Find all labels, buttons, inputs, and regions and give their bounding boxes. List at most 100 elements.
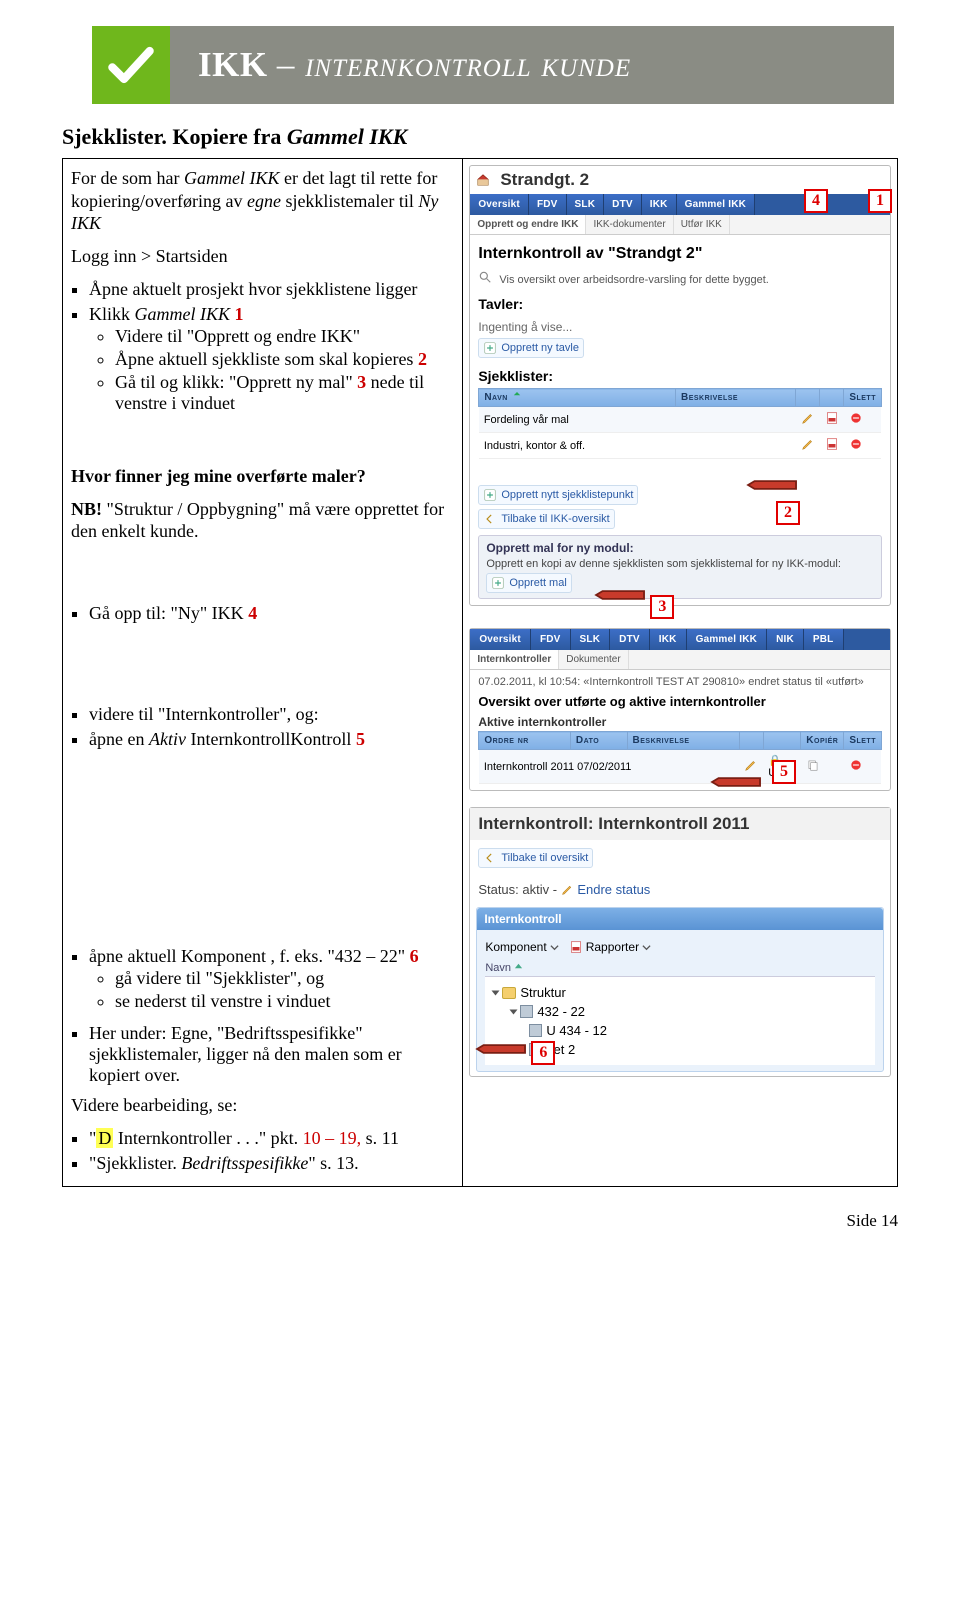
row-industri[interactable]: Industri, kontor & off. (479, 433, 676, 459)
th-slett: Slett (844, 732, 882, 750)
sub-tabs: Opprett og endre IKK IKK-dokumenter Utfø… (470, 215, 890, 235)
row-ik2011[interactable]: Internkontroll 2011 07/02/2011 (479, 750, 739, 784)
tab-dtv[interactable]: DTV (604, 194, 642, 215)
tab-gammel-ikk[interactable]: Gammel IKK (677, 194, 755, 215)
sidebar-heading: Internkontroll (477, 908, 883, 930)
substep-nederst: se nederst til venstre i vinduet (115, 990, 450, 1013)
opprett-mal-box: Opprett mal for ny modul: Opprett en kop… (478, 535, 882, 599)
back-button[interactable]: Tilbake til IKK-oversikt (478, 509, 614, 529)
sec-sjekklister: Sjekklister: (478, 368, 882, 384)
tree-item-432[interactable]: 432 - 22 (493, 1002, 867, 1021)
expand-icon[interactable] (510, 1009, 518, 1014)
subtab-dokumenter[interactable]: Dokumenter (559, 650, 628, 669)
callout-4: 4 (804, 189, 828, 213)
tab-nik[interactable]: NIK (767, 629, 804, 650)
substep-opprett: Videre til "Opprett og endre IKK" (115, 325, 450, 348)
step-ny-ikk: Gå opp til: "Ny" IKK 4 (89, 601, 450, 626)
screenshot-2: Oversikt FDV SLK DTV IKK Gammel IKK NIK … (469, 628, 891, 791)
tab-dtv[interactable]: DTV (610, 629, 650, 650)
nb-note: NB! "Struktur / Oppbygning" må være oppr… (71, 498, 450, 543)
sort-asc-icon (514, 962, 523, 971)
status-line: 07.02.2011, kl 10:54: «Internkontroll TE… (478, 676, 882, 688)
tree-root[interactable]: Struktur (493, 983, 867, 1002)
new-sjekkpunkt-button[interactable]: Opprett nytt sjekklistepunkt (478, 485, 638, 505)
tavler-empty: Ingenting å vise... (478, 316, 882, 338)
th-dato[interactable]: Dato (570, 732, 627, 750)
tab-fdv[interactable]: FDV (529, 194, 567, 215)
row-fordeling[interactable]: Fordeling vår mal (479, 407, 676, 433)
subtab-dokumenter[interactable]: IKK-dokumenter (586, 215, 673, 234)
opprett-mal-button[interactable]: Opprett mal (486, 573, 571, 593)
mal-heading: Opprett mal for ny modul: (486, 541, 874, 555)
new-tavle-button[interactable]: Opprett ny tavle (478, 338, 584, 358)
sidebar-toolbar: Komponent Rapporter (485, 936, 875, 960)
tab-slk[interactable]: SLK (567, 194, 605, 215)
two-column-layout: For de som har Gammel IKK er det lagt ti… (62, 158, 898, 1187)
add-icon (483, 341, 497, 355)
callout-6: 6 (531, 1041, 555, 1065)
th-beskrivelse[interactable]: Beskrivelse (627, 732, 739, 750)
component-icon (529, 1024, 542, 1037)
mal-text: Opprett en kopi av denne sjekklisten som… (486, 555, 874, 573)
house-icon (476, 173, 490, 187)
aktive-table: Ordre nr Dato Beskrivelse Kopiér Slett I… (478, 731, 882, 784)
tab-ikk[interactable]: IKK (642, 194, 677, 215)
tree-item-u434[interactable]: U 434 - 12 (493, 1021, 867, 1040)
page-number: Side 14 (0, 1211, 898, 1231)
delete-icon[interactable] (844, 407, 882, 433)
back-icon (483, 512, 497, 526)
col-navn[interactable]: Navn (485, 960, 875, 977)
tab-oversikt[interactable]: Oversikt (470, 629, 531, 650)
tab-fdv[interactable]: FDV (531, 629, 571, 650)
tab-pbl[interactable]: PBL (804, 629, 844, 650)
add-icon (483, 488, 497, 502)
screenshot-1: Strandgt. 2 Oversikt FDV SLK DTV IKK Gam… (469, 165, 891, 606)
edit-icon[interactable] (796, 433, 820, 459)
step-open-project: Åpne aktuelt prosjekt hvor sjekklistene … (89, 277, 450, 302)
screenshot-3: Internkontroll: Internkontroll 2011 Tilb… (469, 807, 891, 1077)
change-status-link[interactable]: Endre status (561, 882, 651, 897)
back-icon (483, 851, 497, 865)
step-internkontroller: videre til "Internkontroller", og: (89, 702, 450, 727)
expand-icon[interactable] (492, 990, 500, 995)
komponent-dropdown[interactable]: Komponent (485, 940, 558, 954)
th-ordre[interactable]: Ordre nr (479, 732, 571, 750)
copy-icon[interactable] (801, 750, 844, 784)
delete-icon[interactable] (844, 433, 882, 459)
pdf-icon[interactable] (820, 407, 844, 433)
th-kopier: Kopiér (801, 732, 844, 750)
th-beskrivelse[interactable]: Beskrivelse (676, 389, 796, 407)
magnifier-icon (478, 270, 492, 284)
tab-oversikt[interactable]: Oversikt (470, 194, 529, 215)
rapporter-dropdown[interactable]: Rapporter (569, 940, 651, 954)
dropdown-icon (642, 943, 651, 952)
ref-1: "D Internkontroller . . ." pkt. 10 – 19,… (89, 1126, 450, 1151)
step-result: Her under: Egne, "Bedriftsspesifikke" sj… (89, 1021, 450, 1088)
th-navn[interactable]: Navn (479, 389, 676, 407)
pdf-icon[interactable] (820, 433, 844, 459)
step-open-komponent: åpne aktuell Komponent , f. eks. "432 – … (89, 944, 450, 1015)
delete-icon[interactable] (844, 750, 882, 784)
tab-ikk[interactable]: IKK (650, 629, 687, 650)
banner-checkmark-badge (92, 26, 170, 104)
step-open-aktiv: åpne en Aktiv InternkontrollKontroll 5 (89, 727, 450, 752)
component-icon (520, 1005, 533, 1018)
subtab-opprett[interactable]: Opprett og endre IKK (470, 215, 586, 234)
ik-title: Internkontroll: Internkontroll 2011 (470, 808, 890, 840)
callout-3: 3 (650, 595, 674, 619)
edit-icon[interactable] (796, 407, 820, 433)
subtab-utfor[interactable]: Utfør IKK (674, 215, 730, 234)
step-list: Åpne aktuelt prosjekt hvor sjekklistene … (89, 277, 450, 417)
back-to-overview-button[interactable]: Tilbake til oversikt (478, 848, 593, 868)
tab-gammel-ikk[interactable]: Gammel IKK (687, 629, 767, 650)
edit-icon (561, 883, 574, 896)
overview-note[interactable]: Vis oversikt over arbeidsordre-varsling … (478, 269, 882, 286)
tab-slk[interactable]: SLK (571, 629, 611, 650)
callout-5: 5 (772, 760, 796, 784)
subtab-internkontroller[interactable]: Internkontroller (470, 650, 559, 669)
top-banner: IKK – internkontroll kunde (92, 26, 894, 104)
login-step: Logg inn > Startsiden (71, 245, 450, 268)
substep-open-sjekkliste: Åpne aktuell sjekkliste som skal kopiere… (115, 348, 450, 371)
tree: Struktur 432 - 22 U 434 - 12 (485, 977, 875, 1065)
substeps: Videre til "Opprett og endre IKK" Åpne a… (115, 325, 450, 415)
